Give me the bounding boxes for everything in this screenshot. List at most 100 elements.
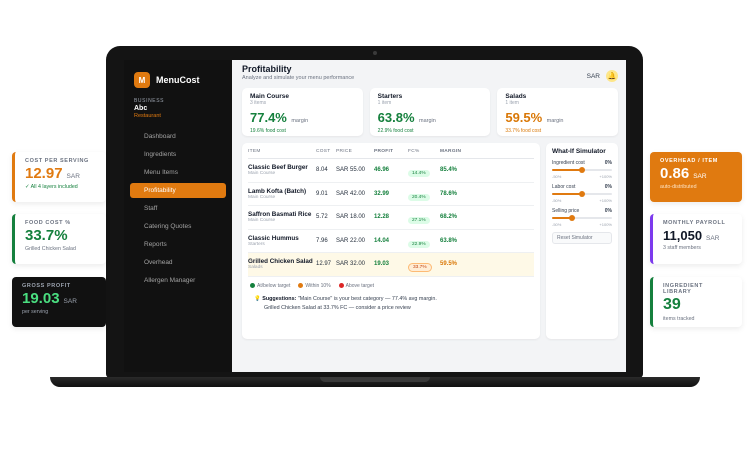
lightbulb-icon: 💡 xyxy=(254,295,261,302)
suggestion-line-1: "Main Course" is your best category — 77… xyxy=(297,295,437,302)
camera-icon xyxy=(373,51,377,55)
item-price: SAR 18.00 xyxy=(336,214,366,221)
category-card-starters[interactable]: Starters 1 item 63.8% margin 22.9% food … xyxy=(369,88,491,136)
category-card-main-course[interactable]: Main Course 3 items 77.4% margin 19.6% f… xyxy=(242,88,363,136)
item-profit: 32.99 xyxy=(374,190,390,197)
table-row[interactable]: Grilled Chicken Salad Salads 12.97 SAR 32… xyxy=(248,253,534,277)
cost-per-serving-card: COST PER SERVING 12.97 SAR ✓ All 4 layers… xyxy=(12,152,106,202)
header-item[interactable]: ITEM xyxy=(248,149,316,154)
card-label: FOOD COST % xyxy=(25,220,71,226)
slider-track[interactable] xyxy=(552,191,612,197)
item-margin: 68.2% xyxy=(440,214,458,221)
table-row[interactable]: Classic Beef Burger Main Course 8.04 SAR … xyxy=(248,159,534,183)
sidebar: M MenuCost BUSINESS Abc Restaurant Dashb… xyxy=(124,60,232,372)
bell-icon[interactable]: 🔔 xyxy=(606,70,618,82)
item-category: Starters xyxy=(248,241,265,247)
suggestion-line-2: Grilled Chicken Salad at 33.7% FC — cons… xyxy=(264,304,411,311)
fc-badge: 20.4% xyxy=(408,193,430,201)
margin-label: margin xyxy=(291,118,309,124)
card-label: MONTHLY PAYROLL xyxy=(663,220,726,226)
slider-track[interactable] xyxy=(552,215,612,221)
card-unit: SAR xyxy=(693,173,707,180)
slider-handle[interactable] xyxy=(568,215,575,221)
sidebar-item-allergen-manager[interactable]: Allergen Manager xyxy=(130,273,226,288)
item-price: SAR 32.00 xyxy=(336,261,366,268)
item-cost: 7.96 xyxy=(316,237,328,244)
table-row[interactable]: Saffron Basmati Rice Main Course 5.72 SAR… xyxy=(248,206,534,230)
item-category: Main Course xyxy=(248,194,276,200)
slider-handle[interactable] xyxy=(579,191,585,197)
fc-badge: 22.9% xyxy=(408,240,430,248)
slider-label: Labor cost xyxy=(552,184,576,190)
category-food-cost: 19.6% food cost xyxy=(250,128,286,134)
item-cost: 12.97 xyxy=(316,261,332,268)
card-value: 33.7% xyxy=(25,227,68,244)
category-food-cost: 33.7% food cost xyxy=(505,128,542,134)
card-label: OVERHEAD / ITEM xyxy=(660,158,718,164)
table-row[interactable]: Classic Hummus Starters 7.96 SAR 22.00 14… xyxy=(248,230,534,253)
item-cost: 8.04 xyxy=(316,167,328,174)
header-margin[interactable]: MARGIN xyxy=(440,149,470,154)
table-row[interactable]: Lamb Kofta (Batch) Main Course 9.01 SAR 4… xyxy=(248,183,534,206)
item-category: Main Course xyxy=(248,218,276,224)
page-title: Profitability xyxy=(242,64,292,74)
header-profit[interactable]: PROFIT xyxy=(374,149,408,154)
category-items: 3 items xyxy=(250,100,267,106)
item-margin: 85.4% xyxy=(440,167,458,174)
reset-simulator-button[interactable]: Reset Simulator xyxy=(552,232,612,244)
category-cards: Main Course 3 items 77.4% margin 19.6% f… xyxy=(242,88,619,136)
gross-profit-card: GROSS PROFIT 19.03 SAR per serving xyxy=(12,277,106,327)
sidebar-item-catering-quotes[interactable]: Catering Quotes xyxy=(130,219,226,234)
sidebar-item-profitability[interactable]: Profitability xyxy=(130,183,226,198)
header-price[interactable]: PRICE xyxy=(336,149,374,154)
card-value: 39 xyxy=(663,296,681,313)
slider-handle[interactable] xyxy=(579,167,585,173)
category-items: 1 item xyxy=(505,100,519,106)
page-subtitle: Analyze and simulate your menu performan… xyxy=(242,75,355,81)
category-margin: 77.4% xyxy=(250,110,287,125)
item-name: Lamb Kofta (Batch) xyxy=(248,187,307,195)
item-category: Salads xyxy=(248,265,263,271)
header-fc[interactable]: FC% xyxy=(408,149,440,154)
sidebar-item-ingredients[interactable]: Ingredients xyxy=(130,147,226,162)
suggestions-label: Suggestions: xyxy=(262,295,297,302)
card-label: GROSS PROFIT xyxy=(22,283,71,289)
item-margin: 78.6% xyxy=(440,190,458,197)
slider-max: +100% xyxy=(599,174,612,179)
legend-dot-icon xyxy=(338,283,344,288)
legend-dot-icon xyxy=(298,283,304,288)
item-margin: 63.8% xyxy=(440,237,458,244)
header-cost[interactable]: COST xyxy=(316,149,336,154)
sidebar-item-overhead[interactable]: Overhead xyxy=(130,255,226,270)
category-card-salads[interactable]: Salads 1 item 59.5% margin 33.7% food co… xyxy=(497,88,619,136)
slider-value: 0% xyxy=(604,184,612,190)
legend-item: Above target xyxy=(338,283,374,289)
table-header: ITEM COST PRICE PROFIT FC% MARGIN xyxy=(248,145,534,159)
brand-name: MenuCost xyxy=(156,75,200,85)
business-name: Abc xyxy=(134,105,148,112)
fc-badge: 14.4% xyxy=(408,170,430,178)
topbar: Profitability Analyze and simulate your … xyxy=(242,64,618,82)
sidebar-item-menu-items[interactable]: Menu Items xyxy=(130,165,226,180)
slider-ingredient-cost: Ingredient cost 0% -50% +100% xyxy=(552,160,612,179)
logo-icon: M xyxy=(134,72,150,88)
currency-selector[interactable]: SAR xyxy=(587,73,600,80)
slider-max: +100% xyxy=(599,222,612,227)
food-cost-card: FOOD COST % 33.7% Grilled Chicken Salad xyxy=(12,214,106,264)
brand[interactable]: M MenuCost xyxy=(134,72,222,88)
card-unit: SAR xyxy=(66,173,80,180)
slider-min: -50% xyxy=(552,174,562,179)
item-price: SAR 55.00 xyxy=(336,167,366,174)
sidebar-item-reports[interactable]: Reports xyxy=(130,237,226,252)
card-value: 11,050 xyxy=(663,228,703,243)
card-sub: Grilled Chicken Salad xyxy=(25,246,76,252)
fc-badge: 27.1% xyxy=(408,217,430,225)
suggestions-box: 💡 Suggestions: "Main Course" is your bes… xyxy=(248,295,534,313)
slider-track[interactable] xyxy=(552,167,612,173)
item-cost: 5.72 xyxy=(316,214,328,221)
item-price: SAR 42.00 xyxy=(336,190,366,197)
margin-label: margin xyxy=(546,118,564,124)
sidebar-item-staff[interactable]: Staff xyxy=(130,201,226,216)
sidebar-item-dashboard[interactable]: Dashboard xyxy=(130,129,226,144)
overhead-card: OVERHEAD / ITEM 0.86 SAR auto-distributed xyxy=(650,152,742,202)
